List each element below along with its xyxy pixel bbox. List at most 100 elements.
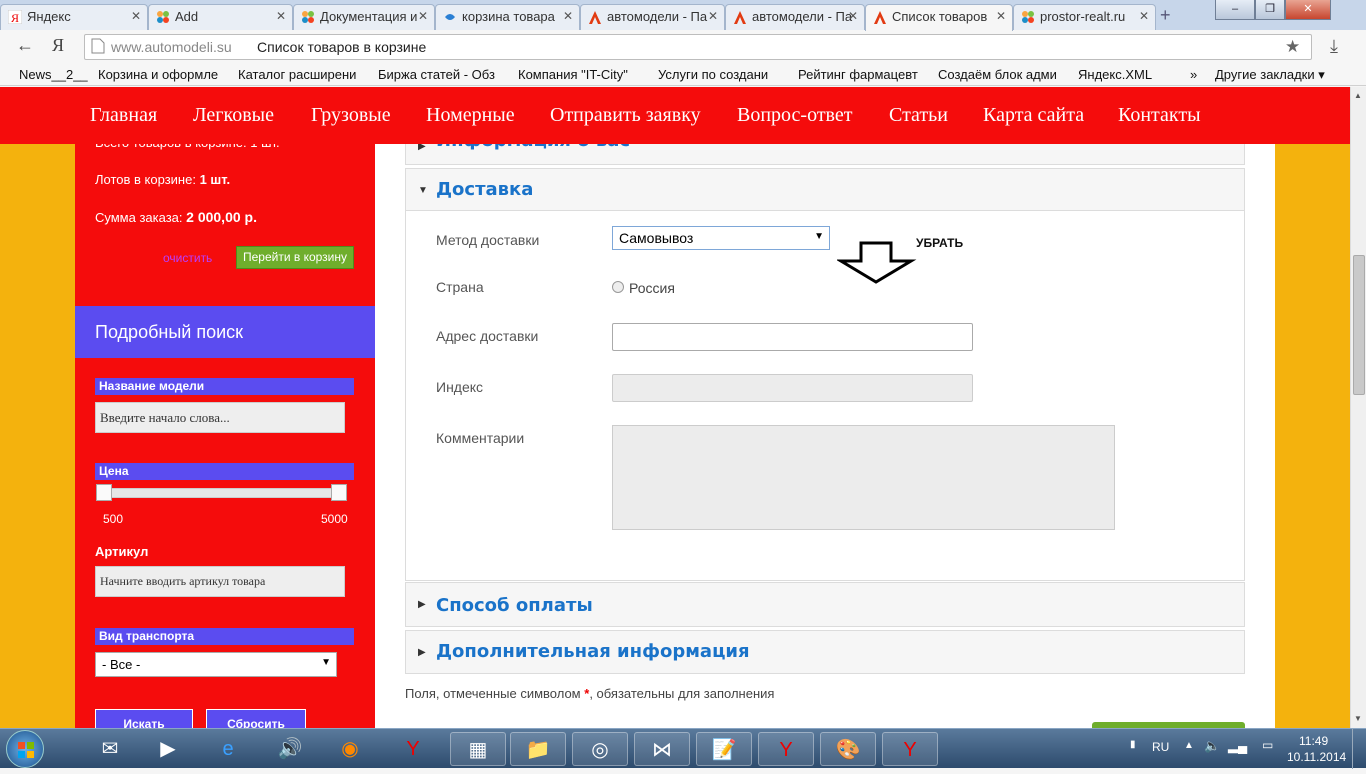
- close-icon[interactable]: ✕: [276, 9, 286, 23]
- bookmark-item[interactable]: Каталог расширени: [238, 67, 366, 82]
- taskbar-paint-icon[interactable]: 🎨: [820, 732, 876, 766]
- clear-cart-link[interactable]: очистить: [163, 251, 212, 265]
- address-input[interactable]: [612, 323, 973, 351]
- page-scrollbar[interactable]: ▲ ▼: [1350, 87, 1366, 728]
- bookmark-item[interactable]: Компания "IT-City": [518, 67, 646, 82]
- other-bookmarks[interactable]: Другие закладки ▾: [1215, 67, 1345, 83]
- taskbar-explorer-icon[interactable]: 📁: [510, 732, 566, 766]
- volume-icon[interactable]: 🔈: [1204, 738, 1220, 754]
- taskbar-yandex-icon[interactable]: Y: [758, 732, 814, 766]
- language-indicator[interactable]: RU: [1152, 740, 1169, 754]
- extra-info-panel[interactable]: ▶ Дополнительная информация: [405, 630, 1245, 674]
- close-icon[interactable]: ✕: [131, 9, 141, 23]
- nav-item-faq[interactable]: Вопрос-ответ: [737, 104, 853, 127]
- close-icon[interactable]: ✕: [418, 9, 428, 23]
- reset-button[interactable]: Сбросить: [206, 709, 306, 728]
- main-nav: Главная Легковые Грузовые Номерные Отпра…: [0, 87, 1350, 144]
- taskbar-media-icon[interactable]: ▶: [140, 732, 196, 766]
- country-radio[interactable]: [612, 281, 624, 293]
- model-input[interactable]: Введите начало слова...: [95, 402, 345, 433]
- network-icon[interactable]: ▂▄: [1228, 738, 1247, 754]
- tab-cart-list[interactable]: Список товаров ✕: [865, 4, 1013, 31]
- bookmark-item[interactable]: Биржа статей - Обз: [378, 67, 506, 82]
- more-bookmarks-icon[interactable]: »: [1190, 67, 1204, 82]
- taskbar-vs-icon[interactable]: ⋈: [634, 732, 690, 766]
- main-content: ▶ Информация о вас ▼ Доставка Метод дост…: [375, 130, 1275, 728]
- cart-lots-label: Лотов в корзине:: [95, 172, 196, 187]
- tab-add[interactable]: Add ✕: [148, 4, 293, 30]
- minimize-button[interactable]: –: [1215, 0, 1255, 20]
- price-slider-track[interactable]: [100, 488, 346, 498]
- payment-title[interactable]: Способ оплаты: [436, 595, 593, 616]
- price-slider-min-handle[interactable]: [96, 484, 112, 501]
- taskbar-calculator-icon[interactable]: ▦: [450, 732, 506, 766]
- bookmark-item[interactable]: Создаём блок адми: [938, 67, 1066, 82]
- show-desktop-button[interactable]: [1352, 729, 1366, 769]
- taskbar-notepad-icon[interactable]: 📝: [696, 732, 752, 766]
- scroll-up-icon[interactable]: ▲: [1354, 91, 1362, 100]
- bookmark-item[interactable]: Корзина и оформле: [98, 67, 226, 82]
- taskbar-mail-icon[interactable]: ✉: [82, 732, 138, 766]
- bookmark-item[interactable]: Яндекс.XML: [1078, 67, 1168, 82]
- comments-textarea[interactable]: [612, 425, 1115, 530]
- address-bar[interactable]: www.automodeli.su Список товаров в корзи…: [84, 34, 1312, 60]
- nav-item-articles[interactable]: Статьи: [889, 104, 948, 127]
- tab-docs[interactable]: Документация и ✕: [293, 4, 435, 30]
- extra-info-title[interactable]: Дополнительная информация: [436, 641, 750, 662]
- delivery-header[interactable]: ▼ Доставка: [406, 169, 1244, 211]
- go-to-cart-button[interactable]: Перейти в корзину: [236, 246, 354, 269]
- close-icon[interactable]: ✕: [996, 9, 1006, 23]
- nav-item-trucks[interactable]: Грузовые: [311, 104, 391, 127]
- taskbar-ie-icon[interactable]: e: [200, 732, 256, 766]
- nav-item-sitemap[interactable]: Карта сайта: [983, 104, 1084, 127]
- tray-expand-icon[interactable]: ▲: [1184, 740, 1194, 751]
- new-tab-icon[interactable]: +: [1160, 5, 1171, 26]
- bookmark-item[interactable]: News__2__: [19, 67, 89, 82]
- close-icon[interactable]: ✕: [848, 9, 858, 23]
- back-arrow-icon[interactable]: ←: [16, 35, 34, 56]
- tab-prostor[interactable]: prostor-realt.ru ✕: [1013, 4, 1156, 30]
- taskbar-yandex-icon[interactable]: Y: [385, 732, 441, 766]
- scroll-down-icon[interactable]: ▼: [1354, 714, 1362, 723]
- close-icon[interactable]: ✕: [563, 9, 573, 23]
- download-icon[interactable]: ⤓: [1330, 36, 1338, 57]
- start-button[interactable]: [6, 730, 44, 768]
- yandex-icon[interactable]: Я: [52, 35, 64, 56]
- cart-sum-value: 2 000,00 р.: [186, 209, 257, 225]
- taskbar-chrome-icon[interactable]: ◎: [572, 732, 628, 766]
- search-button[interactable]: Искать: [95, 709, 193, 728]
- close-window-button[interactable]: ✕: [1285, 0, 1331, 20]
- taskbar-yandex-icon[interactable]: Y: [882, 732, 938, 766]
- index-input[interactable]: [612, 374, 973, 402]
- tab-cart[interactable]: корзина товара ✕: [435, 4, 580, 30]
- tray-flag-icon[interactable]: ▮: [1130, 739, 1136, 750]
- taskbar-sound-icon[interactable]: 🔊: [262, 732, 318, 766]
- tab-automodeli-1[interactable]: автомодели - Па ✕: [580, 4, 725, 30]
- bookmark-item[interactable]: Рейтинг фармацевт: [798, 67, 926, 82]
- clock-time[interactable]: 11:49: [1299, 734, 1328, 748]
- delivery-method-select[interactable]: Самовывоз ▼: [612, 226, 830, 250]
- nav-item-numbered[interactable]: Номерные: [426, 104, 515, 127]
- taskbar-firefox-icon[interactable]: ◉: [322, 732, 378, 766]
- tab-automodeli-2[interactable]: автомодели - Па ✕: [725, 4, 865, 30]
- payment-panel[interactable]: ▶ Способ оплаты: [405, 582, 1245, 627]
- maximize-button[interactable]: ❐: [1255, 0, 1285, 20]
- delivery-title[interactable]: Доставка: [436, 179, 533, 200]
- star-icon[interactable]: ★: [1285, 37, 1300, 57]
- required-note: Поля, отмеченные символом *, обязательны…: [405, 686, 774, 701]
- nav-item-home[interactable]: Главная: [90, 104, 157, 127]
- nav-item-cars[interactable]: Легковые: [193, 104, 274, 127]
- transport-select[interactable]: - Все - ▼: [95, 652, 337, 677]
- battery-icon[interactable]: ▭: [1262, 738, 1273, 752]
- price-slider-max-handle[interactable]: [331, 484, 347, 501]
- clock-date[interactable]: 10.11.2014: [1287, 750, 1346, 764]
- bookmark-item[interactable]: Услуги по создани: [658, 67, 786, 82]
- close-icon[interactable]: ✕: [1139, 9, 1149, 23]
- nav-item-send-request[interactable]: Отправить заявку: [550, 104, 701, 127]
- scrollbar-thumb[interactable]: [1353, 255, 1365, 395]
- nav-item-contacts[interactable]: Контакты: [1118, 104, 1201, 127]
- tab-yandex[interactable]: Я Яндекс ✕: [0, 4, 148, 30]
- arrow-down-icon: [837, 241, 917, 284]
- article-input[interactable]: Начните вводить артикул товара: [95, 566, 345, 597]
- close-icon[interactable]: ✕: [708, 9, 718, 23]
